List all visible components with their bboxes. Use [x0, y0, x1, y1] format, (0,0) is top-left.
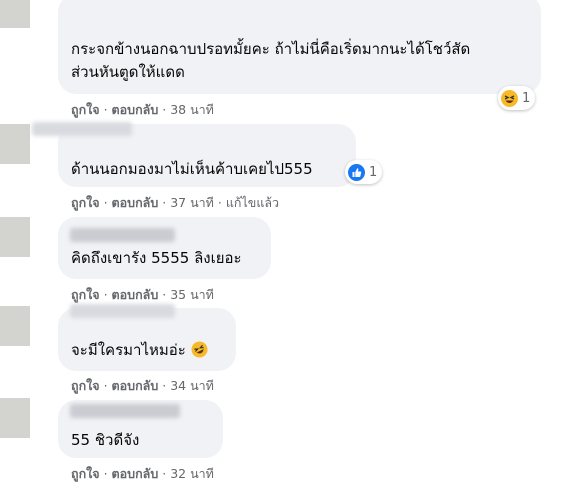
comment-bubble: กระจกข้างนอกฉาบปรอทมั้ยคะ ถ้าไม่นี่คือเร…: [58, 0, 541, 94]
comment-actions: ถูกใจ · ตอบกลับ · 35 นาที: [71, 285, 214, 305]
like-icon: [348, 163, 365, 181]
avatar[interactable]: [0, 398, 30, 438]
separator: ·: [162, 102, 167, 117]
author-name[interactable]: [32, 122, 132, 136]
reply-button[interactable]: ตอบกลับ: [112, 287, 159, 302]
separator: ·: [103, 287, 108, 302]
timestamp[interactable]: 32 นาที: [170, 466, 214, 481]
comment-bubble: จะมีใครมาไหมอ่ะ: [58, 304, 236, 371]
comment-text-line: ด้านนอกมองมาไม่เห็นค้าบเคยไป555: [71, 160, 313, 178]
author-name[interactable]: [70, 304, 175, 318]
rofl-emoji-icon: [191, 341, 208, 358]
comment-text-line: ส่วนหันตูดให้แดด: [71, 63, 185, 81]
like-button[interactable]: ถูกใจ: [71, 378, 100, 393]
separator: ·: [103, 102, 108, 117]
like-button[interactable]: ถูกใจ: [71, 287, 100, 302]
separator: ·: [162, 378, 167, 393]
reaction-count: 1: [369, 164, 378, 180]
comment-text-line: คิดถึงเขารัง 5555 ลิงเยอะ: [71, 249, 242, 267]
separator: ·: [162, 287, 167, 302]
reply-button[interactable]: ตอบกลับ: [112, 466, 159, 481]
reply-button[interactable]: ตอบกลับ: [112, 102, 159, 117]
comment-actions: ถูกใจ · ตอบกลับ · 34 นาที: [71, 376, 214, 396]
separator: ·: [162, 466, 167, 481]
reaction-summary[interactable]: 1: [345, 160, 383, 184]
edited-label[interactable]: แก้ไขแล้ว: [226, 195, 279, 210]
author-name[interactable]: [70, 228, 175, 242]
timestamp[interactable]: 38 นาที: [170, 102, 214, 117]
reaction-summary[interactable]: 1: [498, 86, 536, 110]
haha-icon: [501, 89, 518, 107]
comment-text: จะมีใครมาไหมอ่ะ: [71, 341, 186, 359]
author-name[interactable]: [70, 404, 180, 418]
comment-text-line: 55 ชิวดีจัง: [71, 431, 140, 449]
reply-button[interactable]: ตอบกลับ: [112, 195, 159, 210]
avatar[interactable]: [0, 0, 30, 28]
separator: ·: [103, 466, 108, 481]
avatar[interactable]: [0, 124, 30, 164]
comment-bubble: 55 ชิวดีจัง: [58, 400, 223, 458]
comment-actions: ถูกใจ · ตอบกลับ · 38 นาที: [71, 100, 214, 120]
avatar[interactable]: [0, 306, 30, 346]
comment-text-line: กระจกข้างนอกฉาบปรอทมั้ยคะ ถ้าไม่นี่คือเร…: [71, 40, 471, 58]
comment-actions: ถูกใจ · ตอบกลับ · 37 นาที · แก้ไขแล้ว: [71, 193, 279, 213]
reply-button[interactable]: ตอบกลับ: [112, 378, 159, 393]
timestamp[interactable]: 37 นาที: [170, 195, 214, 210]
like-button[interactable]: ถูกใจ: [71, 102, 100, 117]
comment-bubble: คิดถึงเขารัง 5555 ลิงเยอะ: [58, 217, 271, 279]
like-button[interactable]: ถูกใจ: [71, 466, 100, 481]
reaction-count: 1: [522, 90, 531, 106]
separator: ·: [103, 378, 108, 393]
comment-text-line: จะมีใครมาไหมอ่ะ: [71, 339, 208, 361]
timestamp[interactable]: 34 นาที: [170, 378, 214, 393]
timestamp[interactable]: 35 นาที: [170, 287, 214, 302]
avatar[interactable]: [0, 217, 30, 257]
separator: ·: [103, 195, 108, 210]
comment-actions: ถูกใจ · ตอบกลับ · 32 นาที: [71, 464, 214, 484]
like-button[interactable]: ถูกใจ: [71, 195, 100, 210]
separator: ·: [162, 195, 167, 210]
separator: ·: [217, 195, 222, 210]
comment-bubble: ด้านนอกมองมาไม่เห็นค้าบเคยไป555: [32, 122, 356, 187]
